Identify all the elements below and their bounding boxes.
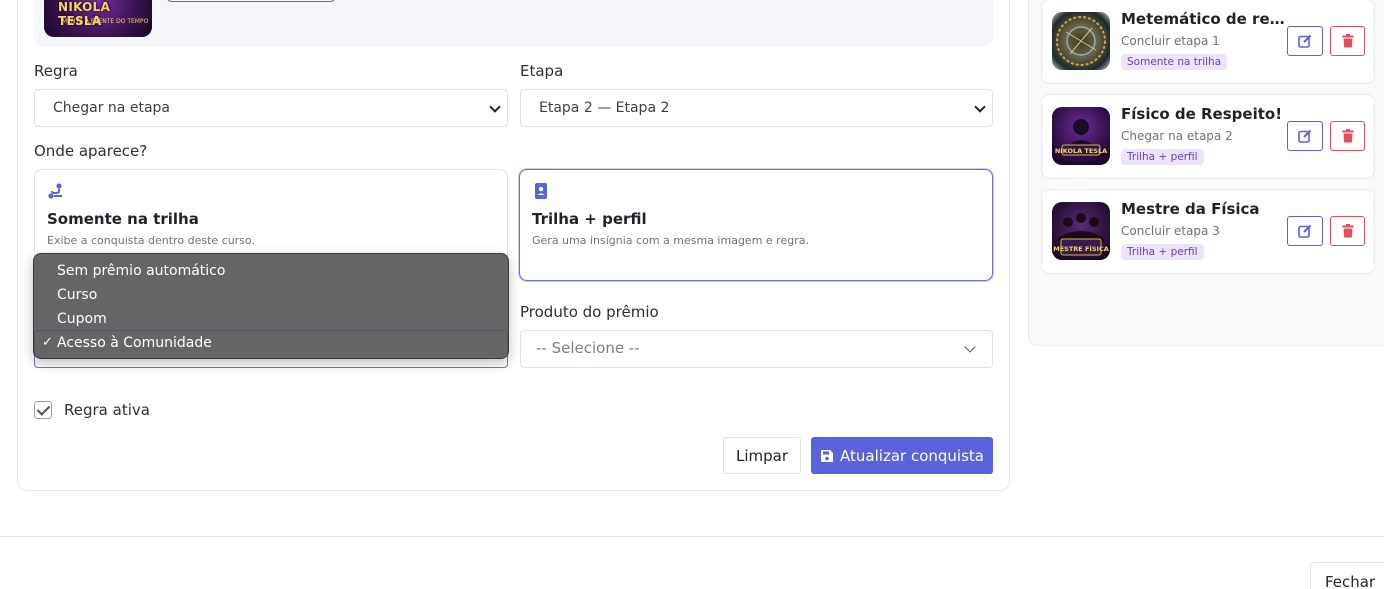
rule-label: Regra <box>34 62 78 80</box>
chevron-down-icon <box>964 341 976 353</box>
modal-footer-divider <box>0 536 1384 537</box>
chevron-down-icon <box>489 101 501 113</box>
reward-product-placeholder: -- Selecione -- <box>536 339 640 357</box>
change-image-button[interactable] <box>166 0 336 2</box>
dropdown-option[interactable]: Cupom <box>57 311 107 327</box>
dropdown-option[interactable]: Curso <box>57 287 97 303</box>
achievement-name: Mestre da Física <box>1121 200 1260 218</box>
trash-icon <box>1342 34 1353 48</box>
option-description: Gera uma insígnia com a mesma imagem e r… <box>532 234 809 247</box>
achievement-scope-badge: Trilha + perfil <box>1121 149 1204 165</box>
chevron-down-icon <box>974 101 986 113</box>
achievement-image-text: MESTRE FÍSICA <box>1053 244 1109 253</box>
route-icon <box>48 183 62 199</box>
achievement-image-preview: NIKOLA TESLA MENTE À FRENTE DO TEMPO <box>44 0 152 37</box>
clear-button[interactable]: Limpar <box>723 437 801 474</box>
rule-select-value: Chegar na etapa <box>53 100 170 116</box>
option-title: Trilha + perfil <box>532 210 647 228</box>
achievement-image <box>1052 12 1110 70</box>
achievement-image-text: NIKOLA TESLA <box>1055 147 1107 155</box>
achievement-item: NIKOLA TESLA Físico de Respeito! Chegar … <box>1041 94 1375 179</box>
delete-achievement-button[interactable] <box>1330 121 1365 151</box>
edit-achievement-button[interactable] <box>1287 216 1323 246</box>
trash-icon <box>1342 129 1353 143</box>
id-badge-icon <box>535 183 547 199</box>
achievement-scope-badge: Trilha + perfil <box>1121 244 1204 260</box>
where-label: Onde aparece? <box>34 142 148 160</box>
achievement-scope-badge: Somente na trilha <box>1121 54 1228 70</box>
achievement-name: Físico de Respeito! <box>1121 105 1283 123</box>
stage-select-value: Etapa 2 — Etapa 2 <box>539 100 670 116</box>
achievement-image: NIKOLA TESLA <box>1052 107 1110 165</box>
update-achievement-label: Atualizar conquista <box>840 446 984 465</box>
reward-product-select[interactable]: -- Selecione -- <box>520 330 993 368</box>
dropdown-option-selected[interactable]: Acesso à Comunidade <box>57 335 212 351</box>
stage-select[interactable]: Etapa 2 — Etapa 2 <box>520 89 993 127</box>
achievement-rule: Concluir etapa 3 <box>1121 224 1220 238</box>
reward-type-dropdown-menu: Sem prêmio automático Curso Cupom ✓ Aces… <box>33 253 509 359</box>
image-preview-box <box>34 0 993 47</box>
trash-icon <box>1342 224 1353 238</box>
close-button[interactable]: Fechar <box>1310 562 1384 589</box>
delete-achievement-button[interactable] <box>1330 216 1365 246</box>
active-rule-checkbox[interactable] <box>34 401 52 419</box>
stage-label: Etapa <box>520 62 564 80</box>
edit-achievement-button[interactable] <box>1287 26 1323 56</box>
active-rule-label: Regra ativa <box>64 401 150 419</box>
option-title: Somente na trilha <box>47 210 199 228</box>
delete-achievement-button[interactable] <box>1330 26 1365 56</box>
option-card-trail-profile[interactable]: Trilha + perfil Gera uma insígnia com a … <box>519 169 993 281</box>
reward-product-label: Produto do prêmio <box>520 303 659 321</box>
achievement-rule: Concluir etapa 1 <box>1121 34 1220 48</box>
edit-icon <box>1298 34 1312 48</box>
preview-image-subtext: MENTE À FRENTE DO TEMPO <box>62 18 149 25</box>
achievement-rule: Chegar na etapa 2 <box>1121 129 1233 143</box>
dropdown-option[interactable]: Sem prêmio automático <box>57 263 225 279</box>
option-description: Exibe a conquista dentro deste curso. <box>47 234 255 247</box>
update-achievement-button[interactable]: Atualizar conquista <box>811 437 993 474</box>
edit-achievement-button[interactable] <box>1287 121 1323 151</box>
save-icon <box>821 449 834 462</box>
checkmark-icon: ✓ <box>42 335 53 350</box>
edit-icon <box>1298 224 1312 238</box>
edit-icon <box>1298 129 1312 143</box>
rule-select[interactable]: Chegar na etapa <box>34 89 508 127</box>
achievement-image: MESTRE FÍSICA <box>1052 202 1110 260</box>
achievement-name: Metemático de respeito! <box>1121 10 1286 28</box>
achievement-item: MESTRE FÍSICA Mestre da Física Concluir … <box>1041 189 1375 274</box>
achievement-item: Metemático de respeito! Concluir etapa 1… <box>1041 0 1375 84</box>
modal-body: NIKOLA TESLA MENTE À FRENTE DO TEMPO Reg… <box>0 0 1384 589</box>
